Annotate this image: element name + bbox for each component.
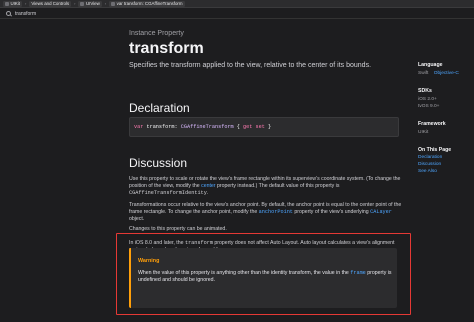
search-icon: [6, 11, 11, 16]
search-bar[interactable]: transform: [0, 9, 474, 19]
framework-name: UIKit: [418, 130, 429, 135]
breadcrumb-item-transform[interactable]: var transform: CGAffineTransform: [109, 0, 185, 7]
declaration-code: var transform: CGAffineTransform { get s…: [129, 117, 399, 137]
breadcrumb-separator: ›: [25, 1, 27, 6]
declaration-heading: Declaration: [129, 101, 190, 115]
language-swift[interactable]: Swift: [418, 71, 428, 76]
property-icon: [111, 1, 116, 6]
toc-link-discussion[interactable]: Discussion: [418, 162, 441, 167]
sdk-tvos: tvOS 9.0+: [418, 104, 440, 109]
language-options: Swift Objective-C: [418, 71, 459, 76]
calayer-link[interactable]: CALayer: [370, 209, 392, 215]
breadcrumb-bar: UIKit › Views and Controls › UIView › va…: [0, 0, 474, 8]
framework-icon: [5, 1, 9, 6]
class-icon: [80, 1, 85, 6]
center-link[interactable]: center: [201, 183, 215, 189]
breadcrumb-item-uikit[interactable]: UIKit: [3, 0, 23, 7]
breadcrumb-separator: ›: [104, 1, 107, 6]
language-objc[interactable]: Objective-C: [434, 71, 459, 76]
toc-link-see-also[interactable]: See Also: [418, 169, 437, 174]
sdk-ios: iOS 2.0+: [418, 97, 437, 102]
breadcrumb-item-views-and-controls[interactable]: Views and Controls: [29, 0, 72, 7]
search-input[interactable]: transform: [15, 11, 36, 17]
language-heading: Language: [418, 62, 443, 68]
anchorpoint-link[interactable]: anchorPoint: [259, 209, 293, 215]
page-title: transform: [129, 40, 204, 57]
breadcrumb-item-uiview[interactable]: UIView: [78, 0, 102, 7]
sdks-heading: SDKs: [418, 88, 432, 94]
discussion-paragraph-1: Use this property to scale or rotate the…: [129, 176, 401, 196]
discussion-paragraph-2: Transformations occur relative to the vi…: [129, 202, 402, 222]
abstract: Specifies the transform applied to the v…: [129, 62, 372, 69]
framework-heading: Framework: [418, 121, 446, 127]
breadcrumb-separator: ›: [74, 1, 76, 6]
highlight-box: [116, 233, 411, 315]
on-this-page-heading: On This Page: [418, 147, 452, 153]
discussion-paragraph-3: Changes to this property can be animated…: [129, 226, 227, 232]
toc-link-declaration[interactable]: Declaration: [418, 155, 442, 160]
discussion-heading: Discussion: [129, 156, 188, 170]
symbol-kind: Instance Property: [129, 30, 184, 37]
